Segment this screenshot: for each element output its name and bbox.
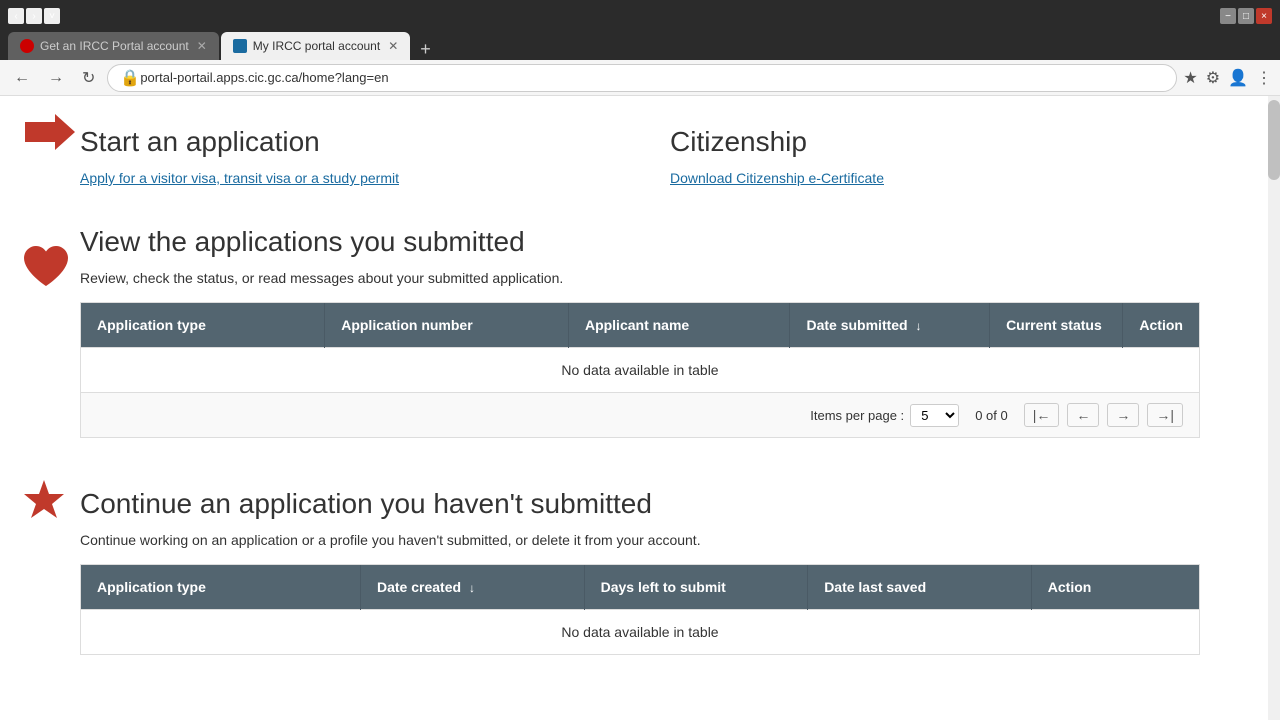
col-header-app-type[interactable]: Application type (81, 303, 325, 348)
tab1-close-icon[interactable]: ✕ (197, 39, 207, 53)
lock-icon: 🔒 (120, 68, 140, 88)
nav-chevron-right-title[interactable]: › (26, 8, 42, 24)
items-per-page-container: Items per page : 5 10 25 (810, 404, 959, 427)
scrollbar[interactable] (1268, 96, 1280, 720)
address-bar[interactable]: 🔒 portal-portail.apps.cic.gc.ca/home?lan… (107, 64, 1177, 92)
refresh-button[interactable]: ↻ (76, 66, 101, 90)
new-tab-button[interactable]: + (412, 39, 439, 60)
submitted-section-desc: Review, check the status, or read messag… (80, 270, 1200, 286)
continue-section-desc: Continue working on an application or a … (80, 532, 1200, 548)
submitted-no-data-cell: No data available in table (81, 348, 1199, 393)
tab2-favicon (233, 39, 247, 53)
submitted-no-data-row: No data available in table (81, 348, 1199, 393)
heart-decoration (22, 246, 70, 293)
date-submitted-sort-icon[interactable]: ↓ (916, 319, 922, 333)
col-header-date-submitted[interactable]: Date submitted ↓ (790, 303, 990, 348)
date-submitted-label: Date submitted (806, 317, 907, 333)
extensions-icon[interactable]: ⚙ (1206, 68, 1220, 88)
scrollbar-thumb[interactable] (1268, 100, 1280, 180)
window-close-button[interactable]: × (1256, 8, 1272, 24)
continue-no-data-row: No data available in table (81, 610, 1199, 655)
tab2-label: My IRCC portal account (253, 39, 380, 53)
citizenship-section: Citizenship Download Citizenship e-Certi… (670, 106, 1200, 186)
col-header-status[interactable]: Current status (990, 303, 1123, 348)
tab1-label: Get an IRCC Portal account (40, 39, 189, 53)
window-minimize-button[interactable]: − (1220, 8, 1236, 24)
col2-header-days-left[interactable]: Days left to submit (584, 565, 808, 610)
browser-tab-2[interactable]: My IRCC portal account ✕ (221, 32, 410, 60)
page-info: 0 of 0 (975, 408, 1008, 423)
pagination-row: Items per page : 5 10 25 0 of 0 |← ← → →… (81, 392, 1199, 437)
tab1-favicon (20, 39, 34, 53)
submitted-section-title: View the applications you submitted (80, 206, 1200, 258)
col2-header-date-created[interactable]: Date created ↓ (361, 565, 585, 610)
nav-chevron-down-title[interactable]: ˅ (44, 8, 60, 24)
menu-icon[interactable]: ⋮ (1256, 68, 1272, 88)
citizenship-title: Citizenship (670, 106, 1200, 158)
col-header-action[interactable]: Action (1123, 303, 1199, 348)
continue-table: Application type Date created ↓ Days lef… (81, 565, 1199, 654)
continue-section-title: Continue an application you haven't subm… (80, 468, 1200, 520)
profile-icon[interactable]: 👤 (1228, 68, 1248, 88)
submitted-table: Application type Application number Appl… (81, 303, 1199, 392)
prev-page-button[interactable]: ← (1067, 403, 1099, 427)
submitted-applications-section: View the applications you submitted Revi… (80, 206, 1200, 438)
col2-header-app-type[interactable]: Application type (81, 565, 361, 610)
star-decoration (22, 478, 66, 525)
date-created-label: Date created (377, 579, 461, 595)
nav-chevron-left-title[interactable]: ‹ (8, 8, 24, 24)
date-created-sort-icon[interactable]: ↓ (469, 581, 475, 595)
last-page-button[interactable]: →| (1147, 403, 1183, 427)
page-content: Start an application Apply for a visitor… (0, 96, 1280, 720)
col2-header-date-saved[interactable]: Date last saved (808, 565, 1032, 610)
items-per-page-select[interactable]: 5 10 25 (910, 404, 959, 427)
submitted-table-wrapper: Application type Application number Appl… (80, 302, 1200, 438)
items-per-page-label: Items per page : (810, 408, 904, 423)
continue-no-data-cell: No data available in table (81, 610, 1199, 655)
col-header-app-num[interactable]: Application number (325, 303, 569, 348)
bookmarks-icon[interactable]: ★ (1183, 68, 1197, 88)
forward-button[interactable]: → (42, 67, 70, 89)
back-button[interactable]: ← (8, 67, 36, 89)
first-page-button[interactable]: |← (1024, 403, 1060, 427)
arrow-decoration (25, 114, 75, 153)
start-application-section: Start an application Apply for a visitor… (80, 106, 610, 186)
address-text: portal-portail.apps.cic.gc.ca/home?lang=… (140, 70, 1164, 85)
visitor-visa-link[interactable]: Apply for a visitor visa, transit visa o… (80, 170, 399, 186)
window-maximize-button[interactable]: □ (1238, 8, 1254, 24)
citizenship-link[interactable]: Download Citizenship e-Certificate (670, 170, 884, 186)
col-header-app-name[interactable]: Applicant name (568, 303, 790, 348)
tab2-close-icon[interactable]: ✕ (388, 39, 398, 53)
col2-header-action[interactable]: Action (1031, 565, 1199, 610)
next-page-button[interactable]: → (1107, 403, 1139, 427)
browser-tab-1[interactable]: Get an IRCC Portal account ✕ (8, 32, 219, 60)
continue-table-wrapper: Application type Date created ↓ Days lef… (80, 564, 1200, 655)
start-section-title: Start an application (80, 106, 610, 158)
continue-application-section: Continue an application you haven't subm… (80, 468, 1200, 655)
